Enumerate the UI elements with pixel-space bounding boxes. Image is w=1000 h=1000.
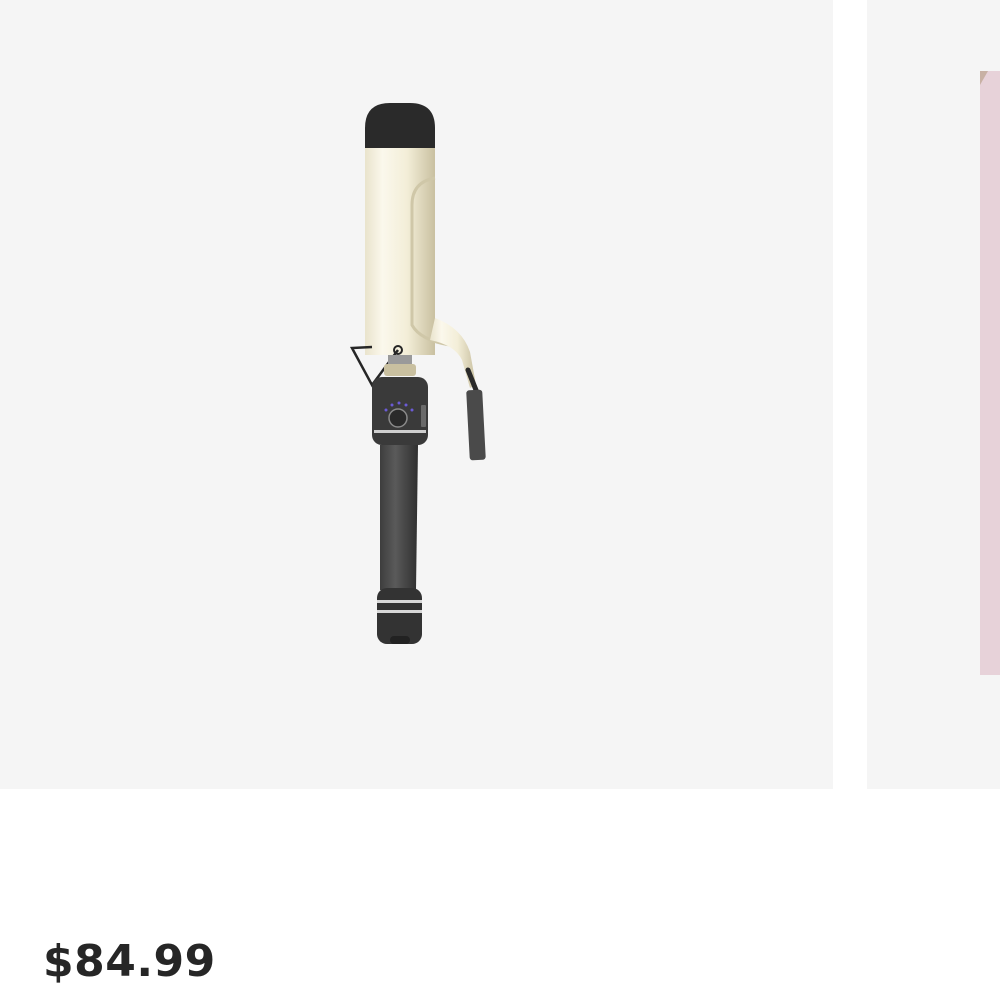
product-image-edge	[980, 71, 988, 85]
product-price: $84.99	[43, 936, 216, 987]
curling-iron-icon	[349, 103, 486, 644]
next-product-card[interactable]	[867, 0, 1000, 789]
product-image-partial-icon	[980, 71, 1000, 675]
product-image-card[interactable]	[0, 0, 833, 789]
product-listing-page: $84.99	[0, 0, 1000, 1000]
